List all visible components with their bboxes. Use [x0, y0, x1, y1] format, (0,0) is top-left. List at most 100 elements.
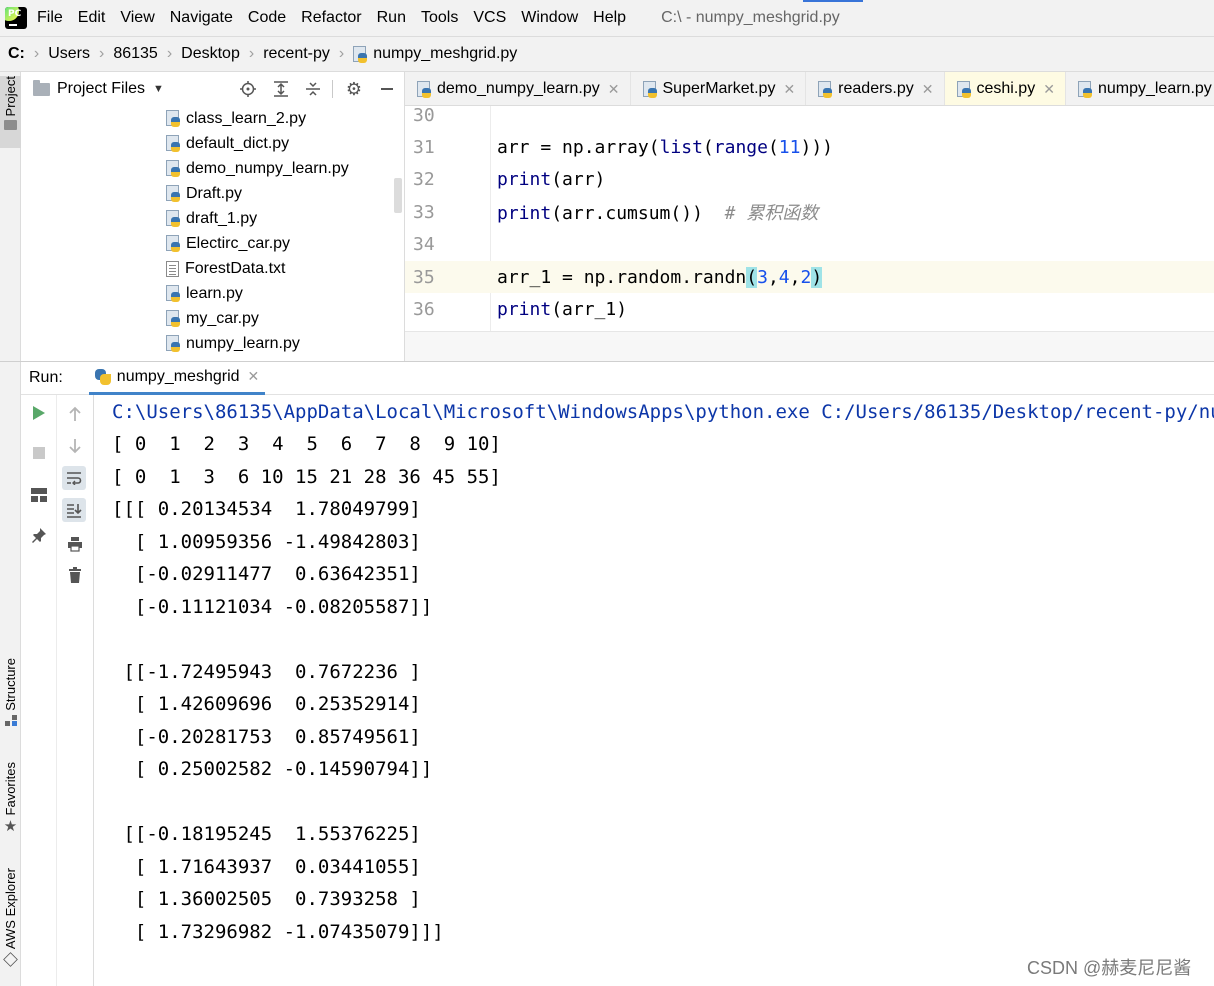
- locate-icon[interactable]: [239, 80, 257, 98]
- python-file-icon: [166, 110, 180, 127]
- matched-brace: (: [746, 266, 758, 288]
- code-line-35: 35 arr_1 = np.random.randn(3,4,2): [405, 261, 1214, 293]
- tab-readers[interactable]: readers.py ✕: [806, 72, 945, 105]
- folder-icon: [33, 79, 50, 96]
- menu-view[interactable]: View: [120, 9, 154, 27]
- python-file-icon: [353, 45, 368, 63]
- menu-edit[interactable]: Edit: [78, 9, 106, 27]
- menu-run[interactable]: Run: [377, 9, 406, 27]
- project-panel-header: Project Files ▼ ⚙: [21, 72, 404, 106]
- console-output-line: [-0.02911477 0.63642351]: [112, 563, 421, 585]
- code-editor[interactable]: 30 31 arr = np.array(list(range(11))) 32…: [405, 106, 1214, 331]
- tab-ceshi[interactable]: ceshi.py ✕: [944, 72, 1066, 105]
- tool-window-aws-explorer[interactable]: AWS Explorer: [0, 868, 21, 976]
- project-view-selector[interactable]: Project Files: [57, 80, 145, 98]
- tab-label: demo_numpy_learn.py: [437, 80, 600, 97]
- minimize-icon[interactable]: [378, 80, 396, 98]
- tool-window-favorites[interactable]: Favorites ★: [0, 762, 21, 846]
- trash-icon[interactable]: [63, 563, 87, 587]
- toolbar-divider: [332, 80, 333, 98]
- tab-numpy-learn[interactable]: numpy_learn.py: [1066, 72, 1214, 105]
- breadcrumb-86135[interactable]: 86135: [113, 45, 158, 63]
- close-icon[interactable]: ✕: [922, 81, 934, 98]
- menu-navigate[interactable]: Navigate: [170, 9, 233, 27]
- caret-down-icon[interactable]: ▼: [153, 83, 164, 95]
- file-item-demo-numpy-learn[interactable]: demo_numpy_learn.py: [166, 156, 349, 181]
- tab-demo-numpy-learn[interactable]: demo_numpy_learn.py ✕: [405, 72, 631, 105]
- run-console[interactable]: C:\Users\86135\AppData\Local\Microsoft\W…: [95, 395, 1214, 986]
- close-icon[interactable]: ✕: [608, 81, 620, 98]
- console-output-line: [ 0 1 3 6 10 15 21 28 36 45 55]: [112, 466, 501, 488]
- menu-code[interactable]: Code: [248, 9, 286, 27]
- menu-tools[interactable]: Tools: [421, 9, 458, 27]
- tab-supermarket[interactable]: SuperMarket.py ✕: [631, 72, 807, 105]
- menu-refactor[interactable]: Refactor: [301, 9, 361, 27]
- pin-icon[interactable]: [27, 523, 51, 547]
- close-icon[interactable]: ✕: [1043, 81, 1055, 98]
- stop-icon[interactable]: [27, 441, 51, 465]
- file-name: class_learn_2.py: [186, 109, 307, 127]
- watermark: CSDN @赫麦尼尼酱: [1027, 958, 1192, 978]
- python-file-icon: [166, 185, 180, 202]
- chevron-right-icon: ›: [33, 45, 40, 62]
- menu-window[interactable]: Window: [521, 9, 578, 27]
- menu-help[interactable]: Help: [593, 9, 626, 27]
- scroll-to-end-icon[interactable]: [62, 498, 86, 522]
- file-item-numpy-learn[interactable]: numpy_learn.py: [166, 331, 349, 356]
- python-file-icon: [417, 80, 431, 98]
- python-file-icon: [166, 285, 180, 302]
- layout-icon[interactable]: [27, 483, 51, 507]
- tab-label: SuperMarket.py: [662, 80, 776, 97]
- line-number: 34: [413, 233, 435, 255]
- code-line-33: 33 print(arr.cumsum()) # 累积函数: [405, 196, 1214, 228]
- file-item-draft-1[interactable]: draft_1.py: [166, 206, 349, 231]
- file-item-draft[interactable]: Draft.py: [166, 181, 349, 206]
- tab-label: ceshi.py: [976, 80, 1036, 97]
- print-icon[interactable]: [63, 532, 87, 556]
- expand-all-icon[interactable]: [272, 80, 290, 98]
- file-item-learn[interactable]: learn.py: [166, 281, 349, 306]
- line-number: 32: [413, 168, 435, 190]
- console-output-line: [[[ 0.20134534 1.78049799]: [112, 498, 421, 520]
- console-output-line: [[-1.72495943 0.7672236 ]: [112, 661, 421, 683]
- console-output-line: [[-0.18195245 1.55376225]: [112, 823, 421, 845]
- python-file-icon: [818, 80, 833, 98]
- soft-wrap-icon[interactable]: [62, 466, 86, 490]
- python-file-icon: [1077, 80, 1092, 98]
- breadcrumb-recent-py[interactable]: recent-py: [263, 45, 330, 63]
- gear-icon[interactable]: ⚙: [345, 79, 363, 99]
- tool-window-structure-label: Structure: [3, 658, 18, 711]
- code-text: print(arr_1): [497, 298, 628, 320]
- code-line-30: 30: [405, 106, 1214, 131]
- file-item-electirc-car[interactable]: Electirc_car.py: [166, 231, 349, 256]
- arrow-up-icon[interactable]: [63, 402, 87, 426]
- close-icon[interactable]: ✕: [783, 81, 795, 98]
- project-panel: Project Files ▼ ⚙ class_learn_2.py defau…: [21, 72, 405, 361]
- tool-window-project[interactable]: Project: [0, 76, 21, 148]
- folder-icon: [4, 120, 17, 131]
- project-scrollbar[interactable]: [394, 178, 402, 213]
- file-item-my-car[interactable]: my_car.py: [166, 306, 349, 331]
- breadcrumb-file[interactable]: numpy_meshgrid.py: [373, 45, 517, 63]
- rerun-icon[interactable]: [27, 401, 51, 425]
- menu-file[interactable]: File: [37, 9, 63, 27]
- file-name: numpy_learn.py: [186, 334, 300, 352]
- collapse-all-icon[interactable]: [304, 80, 322, 98]
- breadcrumb: C: › Users › 86135 › Desktop › recent-py…: [0, 36, 1214, 72]
- matched-brace: ): [811, 266, 823, 288]
- console-output-line: [ 0 1 2 3 4 5 6 7 8 9 10]: [112, 433, 501, 455]
- run-label: Run:: [29, 369, 63, 386]
- tool-window-structure[interactable]: Structure: [0, 658, 21, 742]
- menu-vcs[interactable]: VCS: [473, 9, 506, 27]
- file-item-forestdata[interactable]: ForestData.txt: [166, 256, 349, 281]
- breadcrumb-drive[interactable]: C:: [8, 45, 25, 63]
- python-file-icon: [956, 80, 971, 98]
- file-item-default-dict[interactable]: default_dict.py: [166, 131, 349, 156]
- close-icon[interactable]: ✕: [248, 368, 260, 385]
- file-item-class-learn-2[interactable]: class_learn_2.py: [166, 106, 349, 131]
- breadcrumb-desktop[interactable]: Desktop: [181, 45, 240, 63]
- breadcrumb-users[interactable]: Users: [48, 45, 90, 63]
- code-line-31: 31 arr = np.array(list(range(11))): [405, 131, 1214, 163]
- run-tab-numpy-meshgrid[interactable]: numpy_meshgrid ✕: [88, 362, 266, 395]
- arrow-down-icon[interactable]: [63, 434, 87, 458]
